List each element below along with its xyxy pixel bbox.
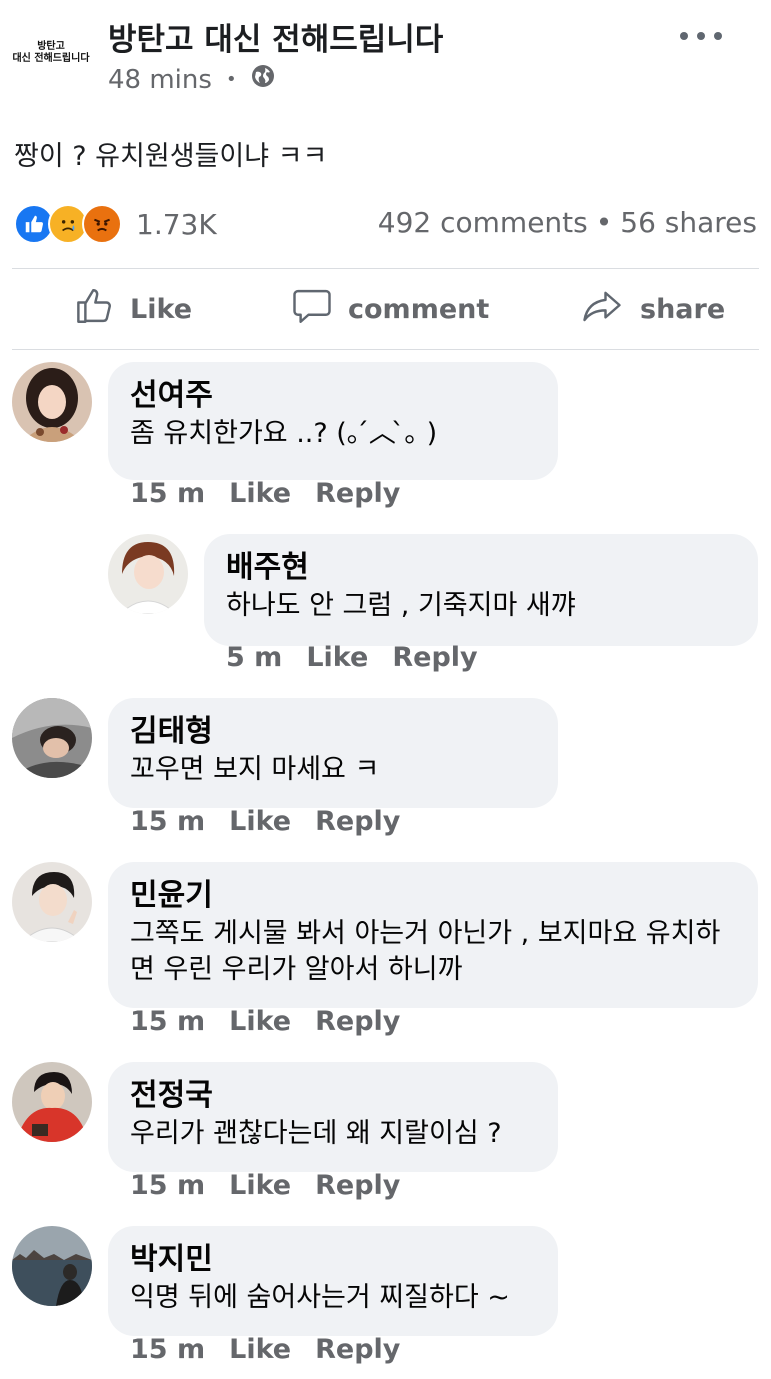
avatar[interactable] xyxy=(12,698,92,778)
thumbs-up-icon xyxy=(74,285,116,334)
more-dot xyxy=(697,32,705,40)
comment-reply-button[interactable]: Reply xyxy=(315,1334,400,1365)
comment-like-button[interactable]: Like xyxy=(229,1334,291,1365)
comment-reply-button[interactable]: Reply xyxy=(392,642,477,673)
comment-like-button[interactable]: Like xyxy=(306,642,368,673)
comment-bubble: 전정국 우리가 괜찮다는데 왜 지랄이심 ? xyxy=(108,1062,558,1172)
comment-time[interactable]: 5 m xyxy=(226,642,282,673)
comment-actions: 15 m Like Reply xyxy=(130,478,400,509)
comment-text: 익명 뒤에 숨어사는거 찌질하다 ~ xyxy=(130,1282,510,1313)
comment-author[interactable]: 배주현 xyxy=(226,548,736,588)
more-dot xyxy=(714,32,722,40)
post-time[interactable]: 48 mins xyxy=(108,65,212,95)
divider xyxy=(12,349,759,350)
comment-like-button[interactable]: Like xyxy=(229,806,291,837)
angry-icon xyxy=(82,204,122,244)
comment-actions: 15 m Like Reply xyxy=(130,1006,400,1037)
comment-author[interactable]: 김태형 xyxy=(130,712,536,752)
comment-like-button[interactable]: Like xyxy=(229,1170,291,1201)
comment-time[interactable]: 15 m xyxy=(130,1170,205,1201)
avatar[interactable] xyxy=(108,534,188,614)
comment-actions: 15 m Like Reply xyxy=(130,1334,400,1365)
share-button-label: share xyxy=(640,293,726,325)
comment-author[interactable]: 박지민 xyxy=(130,1240,536,1280)
more-dot xyxy=(680,32,688,40)
comment-reply-button[interactable]: Reply xyxy=(315,478,400,509)
share-icon xyxy=(578,285,626,334)
avatar[interactable] xyxy=(12,862,92,942)
comment-bubble: 민윤기 그쪽도 게시물 봐서 아는거 아닌가 , 보지마요 유치하면 우린 우리… xyxy=(108,862,758,1008)
post-meta: 48 mins • xyxy=(108,64,275,95)
stats-separator: • xyxy=(595,206,613,239)
comment-reply-button[interactable]: Reply xyxy=(315,1006,400,1037)
comment-text: 좀 유치한가요 ..? (｡ ́︿ ̀｡ ) xyxy=(130,418,438,449)
share-button[interactable]: share xyxy=(578,286,725,332)
divider xyxy=(12,268,759,269)
meta-separator: • xyxy=(225,69,237,90)
comments-count[interactable]: 492 comments xyxy=(378,206,588,239)
comment-text: 하나도 안 그럼 , 기죽지마 새꺄 xyxy=(226,590,576,621)
post-stats: 492 comments • 56 shares xyxy=(378,206,757,239)
avatar[interactable] xyxy=(12,1226,92,1306)
like-button-label: Like xyxy=(130,293,193,325)
comment-bubble: 김태형 꼬우면 보지 마세요 ㅋ xyxy=(108,698,558,808)
post-text: 짱이 ? 유치원생들이냐 ㅋㅋ xyxy=(14,141,328,172)
comment-reply-button[interactable]: Reply xyxy=(315,1170,400,1201)
comment-author[interactable]: 전정국 xyxy=(130,1076,536,1116)
reaction-count: 1.73K xyxy=(136,207,217,241)
page-avatar-line1: 방탄고 xyxy=(37,41,65,52)
comment-button-label: comment xyxy=(348,293,490,325)
avatar[interactable] xyxy=(12,1062,92,1142)
comment-time[interactable]: 15 m xyxy=(130,478,205,509)
comment-like-button[interactable]: Like xyxy=(229,478,291,509)
page-name[interactable]: 방탄고 대신 전해드립니다 xyxy=(108,14,443,59)
comment-bubble: 배주현 하나도 안 그럼 , 기죽지마 새꺄 xyxy=(204,534,758,646)
comment-time[interactable]: 15 m xyxy=(130,806,205,837)
page-avatar[interactable]: 방탄고 대신 전해드립니다 xyxy=(12,18,90,88)
reactions-summary[interactable]: 1.73K xyxy=(14,204,217,244)
comment-icon xyxy=(290,285,334,334)
comment-button[interactable]: comment xyxy=(290,286,489,332)
comment-actions: 15 m Like Reply xyxy=(130,1170,400,1201)
shares-count[interactable]: 56 shares xyxy=(620,206,757,239)
comment-time[interactable]: 15 m xyxy=(130,1334,205,1365)
like-button[interactable]: Like xyxy=(74,286,192,332)
comment-actions: 15 m Like Reply xyxy=(130,806,400,837)
page-avatar-line2: 대신 전해드립니다 xyxy=(12,53,90,64)
comment-reply-button[interactable]: Reply xyxy=(315,806,400,837)
comment-bubble: 박지민 익명 뒤에 숨어사는거 찌질하다 ~ xyxy=(108,1226,558,1336)
globe-icon xyxy=(251,64,275,95)
comment-text: 그쪽도 게시물 봐서 아는거 아닌가 , 보지마요 유치하면 우린 우리가 알아… xyxy=(130,918,721,985)
comment-text: 우리가 괜찮다는데 왜 지랄이심 ? xyxy=(130,1118,502,1149)
comment-author[interactable]: 민윤기 xyxy=(130,876,736,916)
more-options-button[interactable] xyxy=(680,22,722,50)
comment-time[interactable]: 15 m xyxy=(130,1006,205,1037)
comment-text: 꼬우면 보지 마세요 ㅋ xyxy=(130,754,380,785)
comment-bubble: 선여주 좀 유치한가요 ..? (｡ ́︿ ̀｡ ) xyxy=(108,362,558,480)
comment-actions: 5 m Like Reply xyxy=(226,642,478,673)
comment-like-button[interactable]: Like xyxy=(229,1006,291,1037)
comment-author[interactable]: 선여주 xyxy=(130,376,536,416)
avatar[interactable] xyxy=(12,362,92,442)
